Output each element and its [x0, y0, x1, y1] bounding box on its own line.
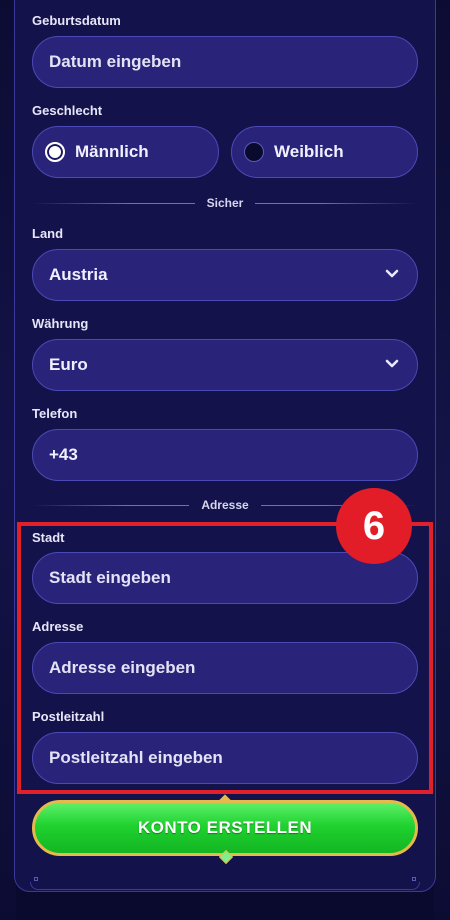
gender-option-label: Männlich — [75, 142, 149, 161]
phone-input[interactable]: +43 — [32, 429, 418, 481]
radio-unchecked-icon — [244, 142, 264, 162]
currency-label: Währung — [32, 316, 89, 331]
currency-value: Euro — [49, 355, 88, 374]
birthdate-input[interactable]: Datum eingeben — [32, 36, 418, 88]
create-account-button-wrap: KONTO ERSTELLEN — [24, 794, 426, 865]
backdrop-right — [434, 0, 450, 920]
corner-ornament-icon — [412, 877, 416, 881]
panel-bottom-bar — [30, 882, 420, 890]
corner-ornament-icon — [34, 877, 38, 881]
divider-label: Adresse — [201, 498, 249, 512]
gender-option-label: Weiblich — [274, 142, 344, 161]
phone-value: +43 — [49, 445, 78, 464]
birthdate-placeholder: Datum eingeben — [49, 52, 182, 71]
section-divider-secure: Sicher — [32, 195, 418, 211]
step-number-badge: 6 — [336, 488, 412, 564]
divider-line — [255, 202, 418, 204]
divider-line — [32, 202, 195, 204]
divider-label: Sicher — [206, 196, 244, 210]
gender-option-male[interactable]: Männlich — [32, 126, 219, 178]
chevron-down-icon — [385, 269, 399, 278]
country-select[interactable]: Austria — [32, 249, 418, 301]
create-account-button[interactable]: KONTO ERSTELLEN — [32, 800, 418, 856]
gender-label: Geschlecht — [32, 103, 103, 118]
gender-option-female[interactable]: Weiblich — [231, 126, 418, 178]
phone-label: Telefon — [32, 406, 78, 421]
currency-select[interactable]: Euro — [32, 339, 418, 391]
country-value: Austria — [49, 265, 108, 284]
chevron-down-icon — [385, 359, 399, 368]
birthdate-label: Geburtsdatum — [32, 13, 121, 28]
radio-checked-icon — [45, 142, 65, 162]
country-label: Land — [32, 226, 64, 241]
divider-line — [32, 504, 190, 506]
